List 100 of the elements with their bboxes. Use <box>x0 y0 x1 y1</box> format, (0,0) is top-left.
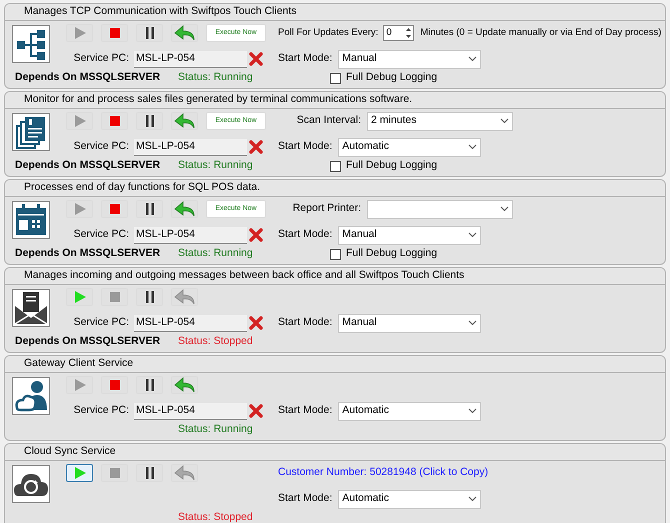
pause-button[interactable] <box>136 464 163 482</box>
pause-button[interactable] <box>136 288 163 306</box>
chevron-down-icon <box>468 408 478 414</box>
pause-icon <box>144 379 154 391</box>
field-label: Service PC: <box>72 139 130 154</box>
checkbox-label: Full Debug Logging <box>346 158 438 174</box>
restart-button[interactable] <box>171 288 198 306</box>
checkbox[interactable] <box>330 72 341 84</box>
service-pc-field[interactable]: MSL-LP-054 <box>134 314 247 332</box>
clear-icon <box>249 52 263 66</box>
panel-description: Manages incoming and outgoing messages between back office and all Swiftpos Touch Clients <box>24 268 464 284</box>
pause-icon <box>144 27 154 39</box>
panel-description: Cloud Sync Service <box>24 444 116 460</box>
start-button[interactable] <box>66 464 93 482</box>
user-cloud-icon <box>13 378 49 414</box>
stop-button[interactable] <box>101 288 128 306</box>
curved-arrow-icon <box>174 377 196 393</box>
dependency-text: Depends On MSSQLSERVER <box>15 334 162 350</box>
dropdown[interactable]: 2 minutes <box>367 112 513 130</box>
restart-button[interactable] <box>171 464 198 482</box>
chevron-down-icon <box>468 232 478 238</box>
pause-icon <box>144 203 154 215</box>
curved-arrow-icon <box>174 289 196 305</box>
play-icon <box>74 291 86 303</box>
checkbox-label: Full Debug Logging <box>346 70 438 86</box>
pause-icon <box>144 291 154 303</box>
play-icon <box>74 379 86 391</box>
dropdown[interactable]: Manual <box>338 314 482 332</box>
checkbox[interactable] <box>330 248 341 260</box>
field-label: Service PC: <box>72 315 130 330</box>
status-text: Status: Stopped <box>178 510 253 523</box>
pause-button[interactable] <box>136 24 163 42</box>
calendar-icon <box>13 202 49 238</box>
curved-arrow-icon <box>174 25 196 41</box>
stop-icon <box>110 468 120 478</box>
field-label: Start Mode: <box>278 139 332 154</box>
restart-button[interactable] <box>171 24 198 42</box>
panel-description: Processes end of day functions for SQL POS data. <box>24 180 260 196</box>
pause-button[interactable] <box>136 200 163 218</box>
panel-description: Monitor for and process sales files generated by terminal communications software. <box>24 92 412 108</box>
field-label: Start Mode: <box>278 491 332 506</box>
customer-number-link[interactable]: Customer Number: 50281948 (Click to Copy) <box>278 465 488 481</box>
dependency-text: Depends On MSSQLSERVER <box>15 70 162 86</box>
stop-button[interactable] <box>101 24 128 42</box>
hint-text: Minutes (0 = Update manually or via End of Day process) <box>420 26 662 40</box>
stop-icon <box>110 204 120 214</box>
field-label: Service PC: <box>72 51 130 66</box>
curved-arrow-icon <box>174 113 196 129</box>
chevron-down-icon <box>500 206 509 212</box>
checkbox[interactable] <box>330 160 341 172</box>
play-icon <box>74 467 86 479</box>
stop-icon <box>110 116 120 126</box>
dropdown[interactable]: Automatic <box>338 138 482 156</box>
restart-button[interactable] <box>171 200 198 218</box>
pause-button[interactable] <box>136 376 163 394</box>
service-pc-field[interactable]: MSL-LP-054 <box>134 50 247 68</box>
field-label: Start Mode: <box>278 51 332 66</box>
field-label: Start Mode: <box>278 315 332 330</box>
field-label: Report Printer: <box>292 201 361 216</box>
field-label: Service PC: <box>72 403 130 418</box>
field-label: Service PC: <box>72 227 130 242</box>
dropdown[interactable]: Automatic <box>338 490 482 508</box>
panel-description: Gateway Client Service <box>24 356 134 372</box>
spinner-arrows-icon <box>404 26 414 40</box>
service-pc-field[interactable]: MSL-LP-054 <box>134 226 247 244</box>
status-text: Status: Running <box>178 158 253 174</box>
field-label: Scan Interval: <box>296 113 361 128</box>
clear-icon <box>249 316 263 330</box>
stop-button[interactable] <box>101 112 128 130</box>
chevron-down-icon <box>500 118 509 124</box>
curved-arrow-icon <box>174 465 196 481</box>
pause-button[interactable] <box>136 112 163 130</box>
stop-icon <box>110 28 120 38</box>
panel-description: Manages TCP Communication with Swiftpos Touch Clients <box>24 4 297 20</box>
number-spinner[interactable]: 0 <box>383 25 414 41</box>
play-icon <box>74 203 86 215</box>
stop-button[interactable] <box>101 376 128 394</box>
stop-icon <box>110 292 120 302</box>
stop-button[interactable] <box>101 200 128 218</box>
dependency-text: Depends On MSSQLSERVER <box>15 246 162 262</box>
status-text: Status: Stopped <box>178 334 253 350</box>
dropdown[interactable]: Automatic <box>338 402 482 420</box>
chevron-down-icon <box>468 320 478 326</box>
stop-button[interactable] <box>101 464 128 482</box>
restart-button[interactable] <box>171 376 198 394</box>
field-label: Start Mode: <box>278 403 332 418</box>
dependency-text: Depends On MSSQLSERVER <box>15 158 162 174</box>
checkbox-label: Full Debug Logging <box>346 246 438 262</box>
status-text: Status: Running <box>178 70 253 86</box>
clear-icon <box>249 228 263 242</box>
restart-button[interactable] <box>171 112 198 130</box>
pause-icon <box>144 467 154 479</box>
service-pc-field[interactable]: MSL-LP-054 <box>134 138 247 156</box>
envelope-icon <box>13 290 49 326</box>
dropdown[interactable]: Manual <box>338 50 482 68</box>
dropdown[interactable]: Manual <box>338 226 482 244</box>
chevron-down-icon <box>468 56 478 62</box>
field-label: Start Mode: <box>278 227 332 242</box>
curved-arrow-icon <box>174 201 196 217</box>
service-pc-field[interactable]: MSL-LP-054 <box>134 402 247 420</box>
